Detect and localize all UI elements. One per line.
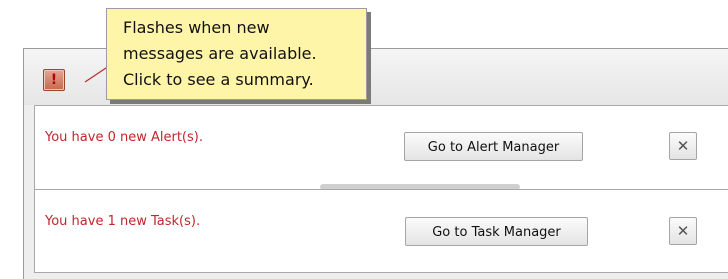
callout-line: messages are available. bbox=[123, 44, 317, 63]
callout-line: Click to see a summary. bbox=[123, 70, 314, 89]
alerts-panel: You have 0 new Alert(s). Go to Alert Man… bbox=[34, 105, 728, 190]
close-tasks-button[interactable]: ✕ bbox=[669, 217, 697, 245]
exclamation-icon[interactable]: ! bbox=[43, 69, 65, 91]
go-to-task-manager-button[interactable]: Go to Task Manager bbox=[405, 217, 588, 246]
tasks-message: You have 1 new Task(s). bbox=[45, 214, 201, 229]
callout-line: Flashes when new bbox=[123, 18, 270, 37]
close-alerts-button[interactable]: ✕ bbox=[669, 132, 697, 160]
callout-tooltip: Flashes when new messages are available.… bbox=[106, 8, 367, 100]
tasks-panel: You have 1 new Task(s). Go to Task Manag… bbox=[34, 189, 728, 273]
alerts-message: You have 0 new Alert(s). bbox=[45, 130, 203, 145]
go-to-alert-manager-button[interactable]: Go to Alert Manager bbox=[404, 132, 583, 161]
